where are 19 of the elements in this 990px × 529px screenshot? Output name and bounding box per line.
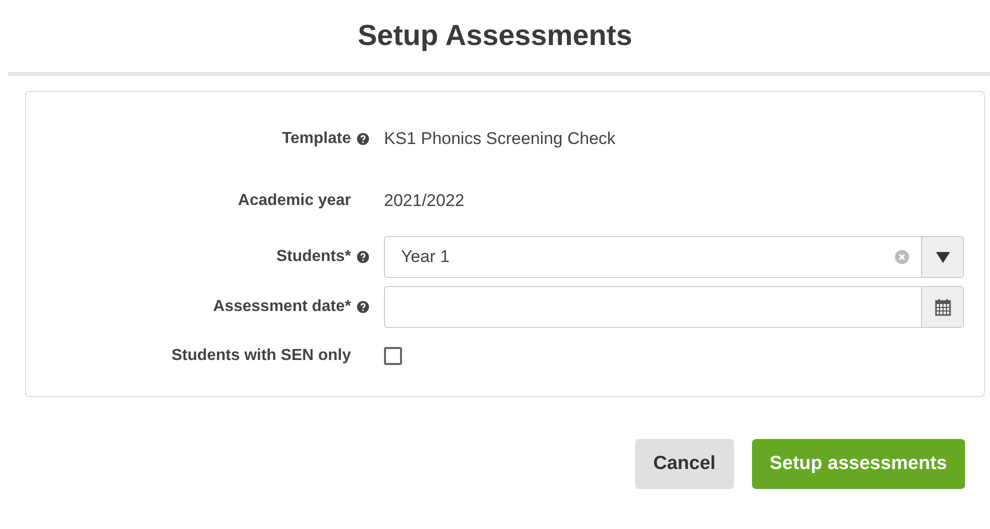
calendar-icon <box>934 298 950 316</box>
cancel-button[interactable]: Cancel <box>635 439 734 489</box>
field-label: Assessment date* <box>212 298 351 316</box>
date-field[interactable] <box>384 286 964 328</box>
dropdown-button[interactable] <box>921 237 963 277</box>
field-value: 2021/2022 <box>384 191 466 211</box>
help-icon[interactable] <box>357 133 369 145</box>
field-value: KS1 Phonics Screening Check <box>384 129 617 149</box>
dialog-title: Setup Assessments <box>356 18 634 54</box>
caret-icon <box>936 252 950 262</box>
field-label: Template <box>280 130 351 148</box>
field-label: Academic year <box>237 192 351 210</box>
calendar-button[interactable] <box>921 287 963 327</box>
students-select[interactable]: Year 1 <box>384 236 964 278</box>
field-label: Students with SEN only <box>170 347 351 365</box>
help-icon[interactable] <box>357 251 369 263</box>
help-icon[interactable] <box>357 301 369 313</box>
checkbox[interactable] <box>384 347 402 365</box>
field-label: Students* <box>275 248 351 266</box>
